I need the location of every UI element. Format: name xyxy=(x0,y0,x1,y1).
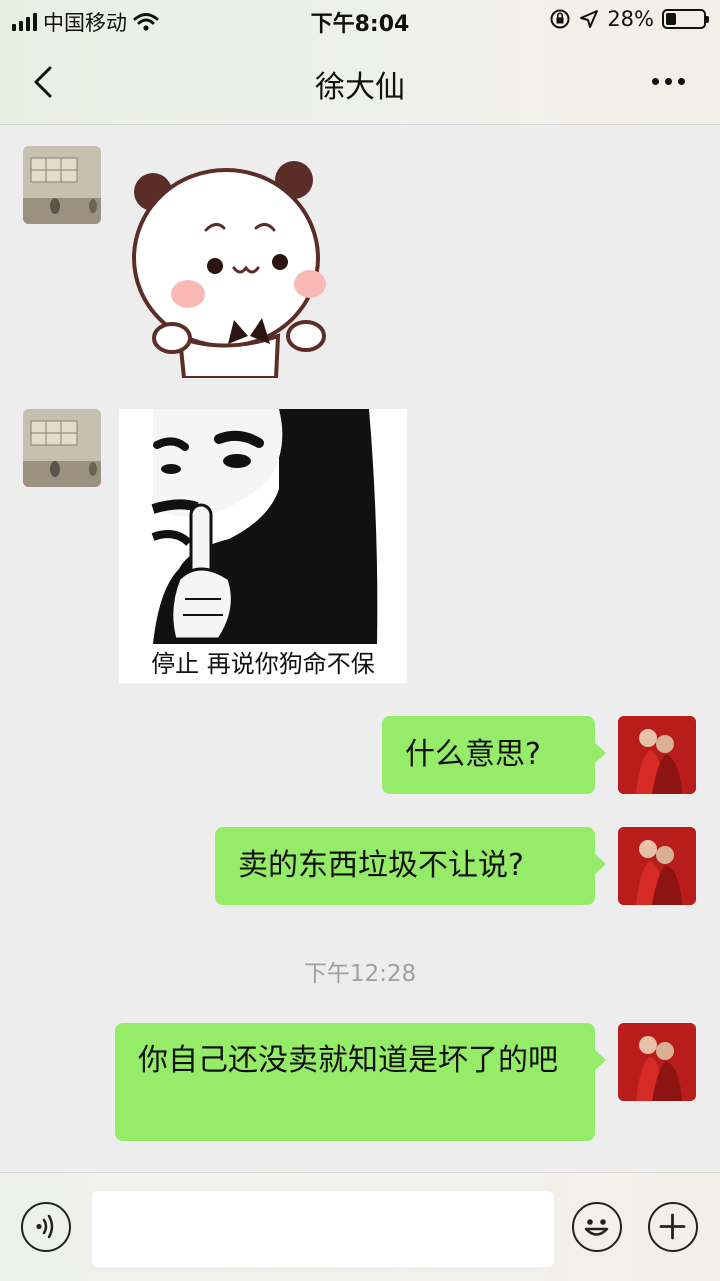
outgoing-message-bubble[interactable]: 什么意思? xyxy=(382,716,606,794)
plus-icon[interactable] xyxy=(648,1202,698,1252)
message-timestamp: 下午12:28 xyxy=(303,961,417,987)
outgoing-message-bubble[interactable]: 卖的东西垃圾不让说? xyxy=(215,827,606,905)
battery-tip xyxy=(706,16,709,23)
rotation-lock-icon xyxy=(550,9,570,29)
bubble-tail xyxy=(594,853,606,875)
contact-avatar[interactable] xyxy=(23,409,101,487)
my-avatar[interactable] xyxy=(618,827,696,905)
chat-header: 徐大仙 xyxy=(0,40,720,125)
bubble-tail xyxy=(594,1049,606,1071)
emoji-icon[interactable] xyxy=(572,1202,622,1252)
battery-icon xyxy=(662,9,709,29)
message-text: 什么意思? xyxy=(405,737,541,772)
room-avatar-image xyxy=(23,409,101,487)
voice-icon[interactable] xyxy=(21,1202,71,1252)
battery-level xyxy=(666,13,676,25)
couple-avatar-image xyxy=(618,1023,696,1101)
more-dots-icon[interactable] xyxy=(646,68,690,94)
status-bar: 中国移动 下午8:04 28% xyxy=(0,0,720,40)
location-icon xyxy=(580,10,599,28)
chat-title: 徐大仙 xyxy=(315,70,405,105)
bubble-tail xyxy=(594,742,606,764)
contact-avatar[interactable] xyxy=(23,146,101,224)
meme-image[interactable]: 停止 再说你狗命不保 xyxy=(119,409,407,683)
meme-face-drawing xyxy=(151,409,378,644)
couple-avatar-image xyxy=(618,827,696,905)
my-avatar[interactable] xyxy=(618,1023,696,1101)
panda-sticker[interactable] xyxy=(128,150,334,378)
emoji-face xyxy=(584,1219,609,1236)
room-avatar-image xyxy=(23,146,101,224)
plus-cross xyxy=(659,1213,686,1240)
meme-caption: 停止 再说你狗命不保 xyxy=(151,650,375,678)
more-dot xyxy=(677,77,685,85)
outgoing-message-bubble[interactable]: 你自己还没卖就知道是坏了的吧 xyxy=(115,1023,606,1141)
couple-avatar-image xyxy=(618,716,696,794)
more-dot xyxy=(664,77,672,85)
message-text: 卖的东西垃圾不让说? xyxy=(238,848,524,883)
message-text: 你自己还没卖就知道是坏了的吧 xyxy=(138,1043,558,1078)
status-right: 28% xyxy=(549,7,709,31)
chat-input-bar xyxy=(0,1172,720,1281)
battery-percent: 28% xyxy=(607,7,654,31)
more-dot xyxy=(651,77,659,85)
message-input[interactable] xyxy=(92,1191,554,1267)
my-avatar[interactable] xyxy=(618,716,696,794)
voice-waves xyxy=(36,1214,54,1239)
